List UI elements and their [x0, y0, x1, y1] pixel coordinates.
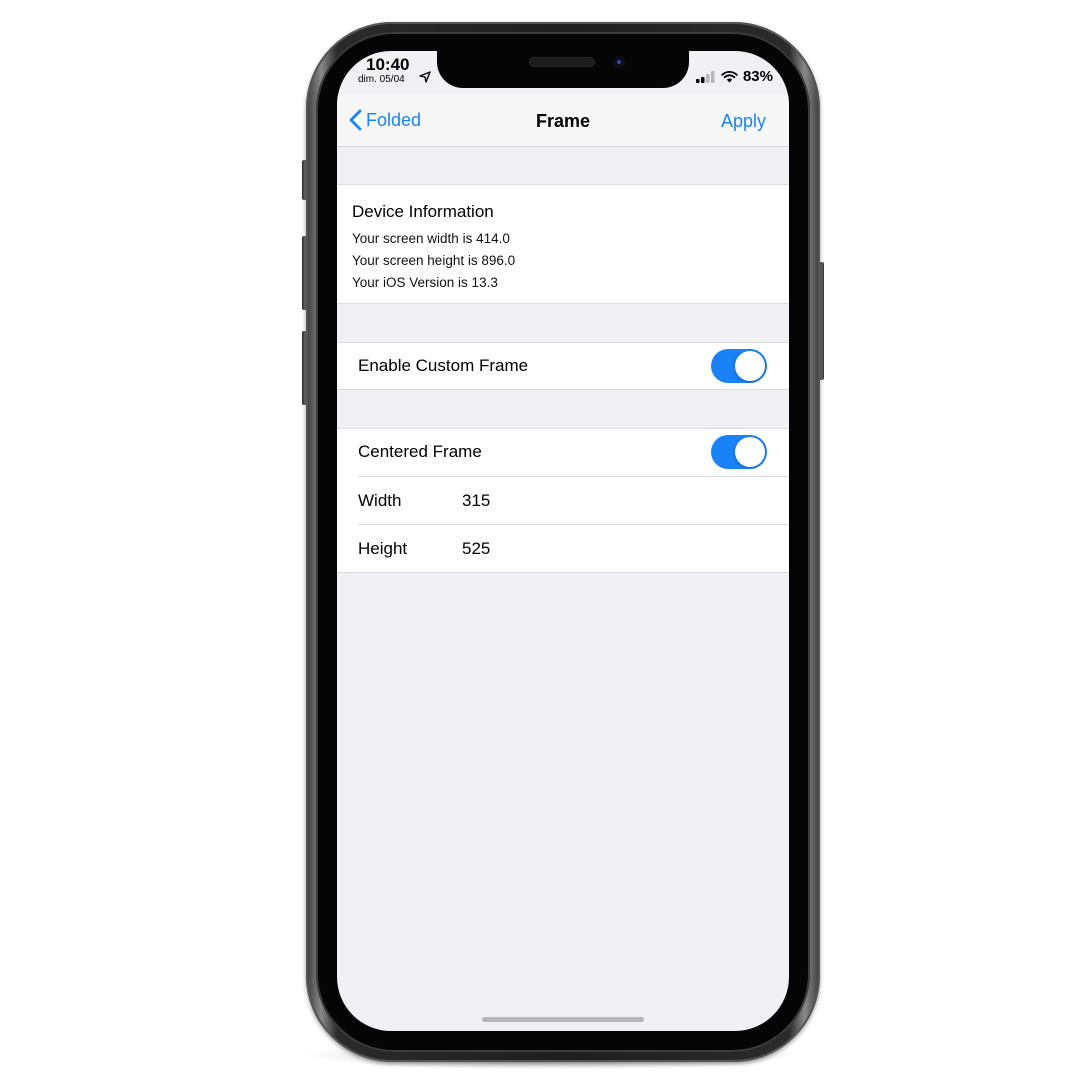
apply-button[interactable]: Apply — [721, 111, 766, 132]
centered-frame-row: Centered Frame — [337, 429, 789, 476]
device-info-title: Device Information — [352, 202, 494, 221]
height-label: Height — [358, 539, 408, 558]
centered-frame-label: Centered Frame — [358, 442, 482, 461]
phone-screen: 10:40 dim. 05/04 83% Folded Frame Apply … — [337, 51, 789, 1031]
toggle-knob — [735, 437, 765, 467]
notch — [437, 51, 689, 88]
toggle-knob — [735, 351, 765, 381]
frame-settings-card: Centered Frame Width 315 Height 525 — [337, 428, 789, 573]
wifi-icon — [721, 70, 738, 82]
front-camera — [613, 56, 625, 68]
status-date: dim. 05/04 — [358, 74, 405, 85]
ios-version-info: Your iOS Version is 13.3 — [352, 275, 498, 290]
location-arrow-icon — [419, 71, 431, 83]
width-value-field[interactable]: 315 — [462, 491, 490, 511]
status-time: 10:40 — [366, 55, 410, 74]
screen-width-info: Your screen width is 414.0 — [352, 231, 510, 246]
enable-custom-frame-row: Enable Custom Frame — [337, 343, 789, 390]
status-indicators: 83% — [695, 68, 773, 85]
height-value-field[interactable]: 525 — [462, 539, 490, 559]
enable-custom-frame-card: Enable Custom Frame — [337, 342, 789, 390]
height-row[interactable]: Height 525 — [337, 525, 789, 572]
enable-custom-frame-toggle[interactable] — [711, 349, 767, 383]
battery-percentage: 83% — [742, 68, 773, 85]
screen-height-info: Your screen height is 896.0 — [352, 253, 516, 268]
home-indicator[interactable] — [482, 1017, 644, 1022]
width-label: Width — [358, 491, 402, 510]
earpiece-speaker — [529, 57, 595, 67]
cellular-signal-icon — [695, 70, 715, 83]
navigation-bar: Folded Frame Apply — [337, 95, 789, 147]
centered-frame-toggle[interactable] — [711, 435, 767, 469]
width-row[interactable]: Width 315 — [337, 477, 789, 524]
enable-custom-frame-label: Enable Custom Frame — [358, 356, 529, 375]
device-info-card: Device Information Your screen width is … — [337, 184, 789, 304]
